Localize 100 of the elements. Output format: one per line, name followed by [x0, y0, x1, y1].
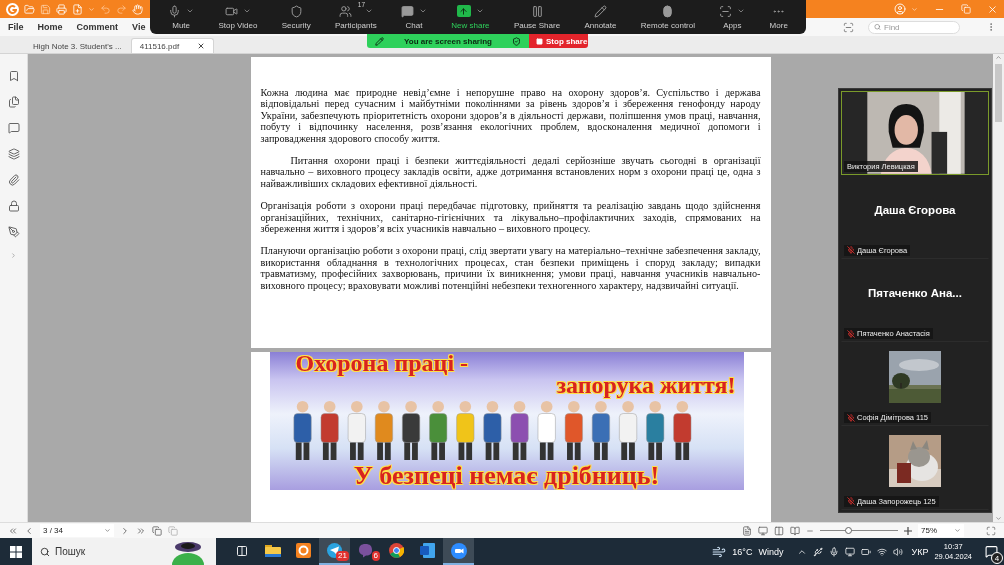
weather-icon	[712, 544, 727, 559]
wifi-icon[interactable]	[877, 546, 888, 557]
screen-icon[interactable]	[845, 546, 856, 557]
shield-icon	[289, 4, 303, 18]
video-app-icon[interactable]	[450, 542, 467, 559]
page-number-field[interactable]: 3 / 34	[40, 524, 114, 537]
toolbar-button[interactable]: Chat	[401, 0, 428, 34]
poster-slogan: У безпеці немає дрібниць!	[353, 462, 660, 490]
caret-icon[interactable]	[186, 7, 195, 15]
pencil-icon	[375, 36, 384, 46]
toolbar-button[interactable]: Pause Share	[513, 0, 561, 34]
restore-icon[interactable]	[961, 4, 971, 14]
document-app-icon[interactable]	[420, 543, 435, 558]
menu-item[interactable]: Home	[37, 22, 63, 32]
attachment-icon[interactable]	[7, 174, 20, 186]
folder-icon[interactable]	[264, 544, 281, 557]
notification-icon	[984, 545, 998, 558]
volume-icon[interactable]	[893, 546, 904, 557]
signature-icon[interactable]	[7, 226, 20, 238]
search-input[interactable]: Пошук	[55, 546, 165, 557]
unread-badge: 6	[371, 551, 380, 561]
toolbar-button[interactable]: Annotate	[584, 0, 617, 34]
sharing-status: You are screen sharing	[404, 36, 492, 46]
menu-item[interactable]: File	[8, 22, 24, 32]
print-icon[interactable]	[56, 3, 67, 15]
poster-title: запорука життя!	[556, 374, 736, 396]
pages-icon[interactable]	[7, 96, 20, 108]
weather-condition: Windy	[758, 546, 784, 557]
layers-icon[interactable]	[7, 148, 20, 160]
toolbar-button[interactable]: Stop Video	[218, 0, 258, 34]
stop-share-button[interactable]: Stop share	[529, 34, 588, 48]
taskbar-search-field[interactable]: Пошук	[32, 538, 216, 565]
browser-icon[interactable]	[389, 543, 404, 558]
taskbar-app[interactable]: 21	[319, 538, 350, 565]
toolbar-button[interactable]: Security	[281, 0, 311, 34]
last-page-icon[interactable]	[136, 525, 146, 536]
mouse-icon	[661, 4, 675, 18]
scroll-down-icon[interactable]	[995, 515, 1002, 522]
battery-icon[interactable]	[861, 546, 872, 557]
scroll-thumb[interactable]	[995, 64, 1002, 122]
caret-icon[interactable]	[364, 7, 373, 15]
new-file-icon[interactable]	[72, 3, 83, 15]
participant-display-name: Пятаченко Ана...	[868, 287, 962, 300]
pause-icon	[530, 4, 544, 18]
view-options-icon[interactable]	[843, 21, 854, 33]
caret-icon[interactable]	[104, 527, 111, 534]
fullscreen-icon[interactable]	[986, 525, 996, 536]
caret-icon[interactable]	[475, 7, 484, 15]
apps-icon	[719, 4, 733, 18]
menu-item[interactable]: Vie	[132, 22, 146, 32]
zoom-field[interactable]: 75%	[918, 524, 964, 537]
taskbar-app[interactable]: 6	[350, 538, 381, 565]
bookmark-icon[interactable]	[7, 70, 20, 82]
scroll-up-icon[interactable]	[995, 54, 1002, 61]
single-page-icon[interactable]	[742, 525, 752, 536]
microphone-icon	[168, 4, 182, 18]
search-input[interactable]: Find	[884, 22, 954, 32]
account-icon[interactable]	[894, 3, 906, 15]
caret-icon[interactable]	[419, 7, 428, 15]
share-icon	[456, 5, 471, 17]
lock-icon[interactable]	[7, 200, 20, 212]
toolbar-button[interactable]: Apps	[719, 0, 746, 34]
two-page-icon[interactable]	[774, 525, 784, 536]
language-indicator[interactable]: УКР	[911, 546, 929, 557]
book-view-icon[interactable]	[790, 525, 800, 536]
phone-app-icon[interactable]	[358, 543, 373, 558]
scrollbar[interactable]	[993, 54, 1004, 522]
continuous-page-icon[interactable]	[758, 525, 768, 536]
toolbar-button[interactable]: New share	[451, 0, 490, 34]
first-page-icon[interactable]	[8, 525, 18, 536]
usb-icon[interactable]	[813, 546, 824, 557]
hand-icon[interactable]	[132, 3, 143, 15]
microphone-icon[interactable]	[829, 546, 840, 557]
app-logo-icon[interactable]	[6, 2, 19, 16]
toolbar-button[interactable]: Mute	[168, 0, 195, 34]
toolbar-button[interactable]: More	[769, 0, 788, 34]
caret-icon[interactable]	[242, 7, 251, 15]
page-copy-icon[interactable]	[152, 525, 162, 536]
zoom-in-icon[interactable]	[904, 526, 912, 535]
notifications-button[interactable]: 4	[978, 538, 1004, 565]
windows-logo-icon[interactable]	[10, 545, 22, 558]
comment-icon[interactable]	[7, 122, 20, 134]
shield-icon	[512, 36, 521, 46]
participant-display-name: Даша Єгорова	[874, 203, 956, 216]
taskbar-app[interactable]	[443, 538, 474, 565]
menu-item[interactable]: Comment	[76, 22, 119, 32]
search-field[interactable]: Find	[868, 20, 960, 34]
document-tab[interactable]: High Note 3. Student's ...	[24, 38, 131, 53]
previous-page-icon[interactable]	[24, 525, 34, 536]
caret-icon[interactable]	[954, 527, 961, 534]
unread-badge: 21	[336, 551, 349, 561]
task-view-icon[interactable]	[235, 544, 248, 557]
next-page-icon[interactable]	[120, 525, 130, 536]
document-tab[interactable]: 411516.pdf	[130, 38, 215, 53]
paragraph: Питання охорони праці і безпеки життєдіяльності дедалі серйозніше звучать сьогодні в організації навчально – виховного процесу закладів освіти, адже дотримання встановлених норм з охорони праці це, одна з найважливіших складових ефективної діяльності.	[260, 155, 761, 190]
stop-icon	[536, 37, 543, 45]
close-icon[interactable]	[197, 42, 206, 50]
caret-icon[interactable]	[737, 7, 746, 15]
chat-icon	[401, 4, 415, 18]
toolbar-button[interactable]: Remote control	[640, 0, 695, 34]
